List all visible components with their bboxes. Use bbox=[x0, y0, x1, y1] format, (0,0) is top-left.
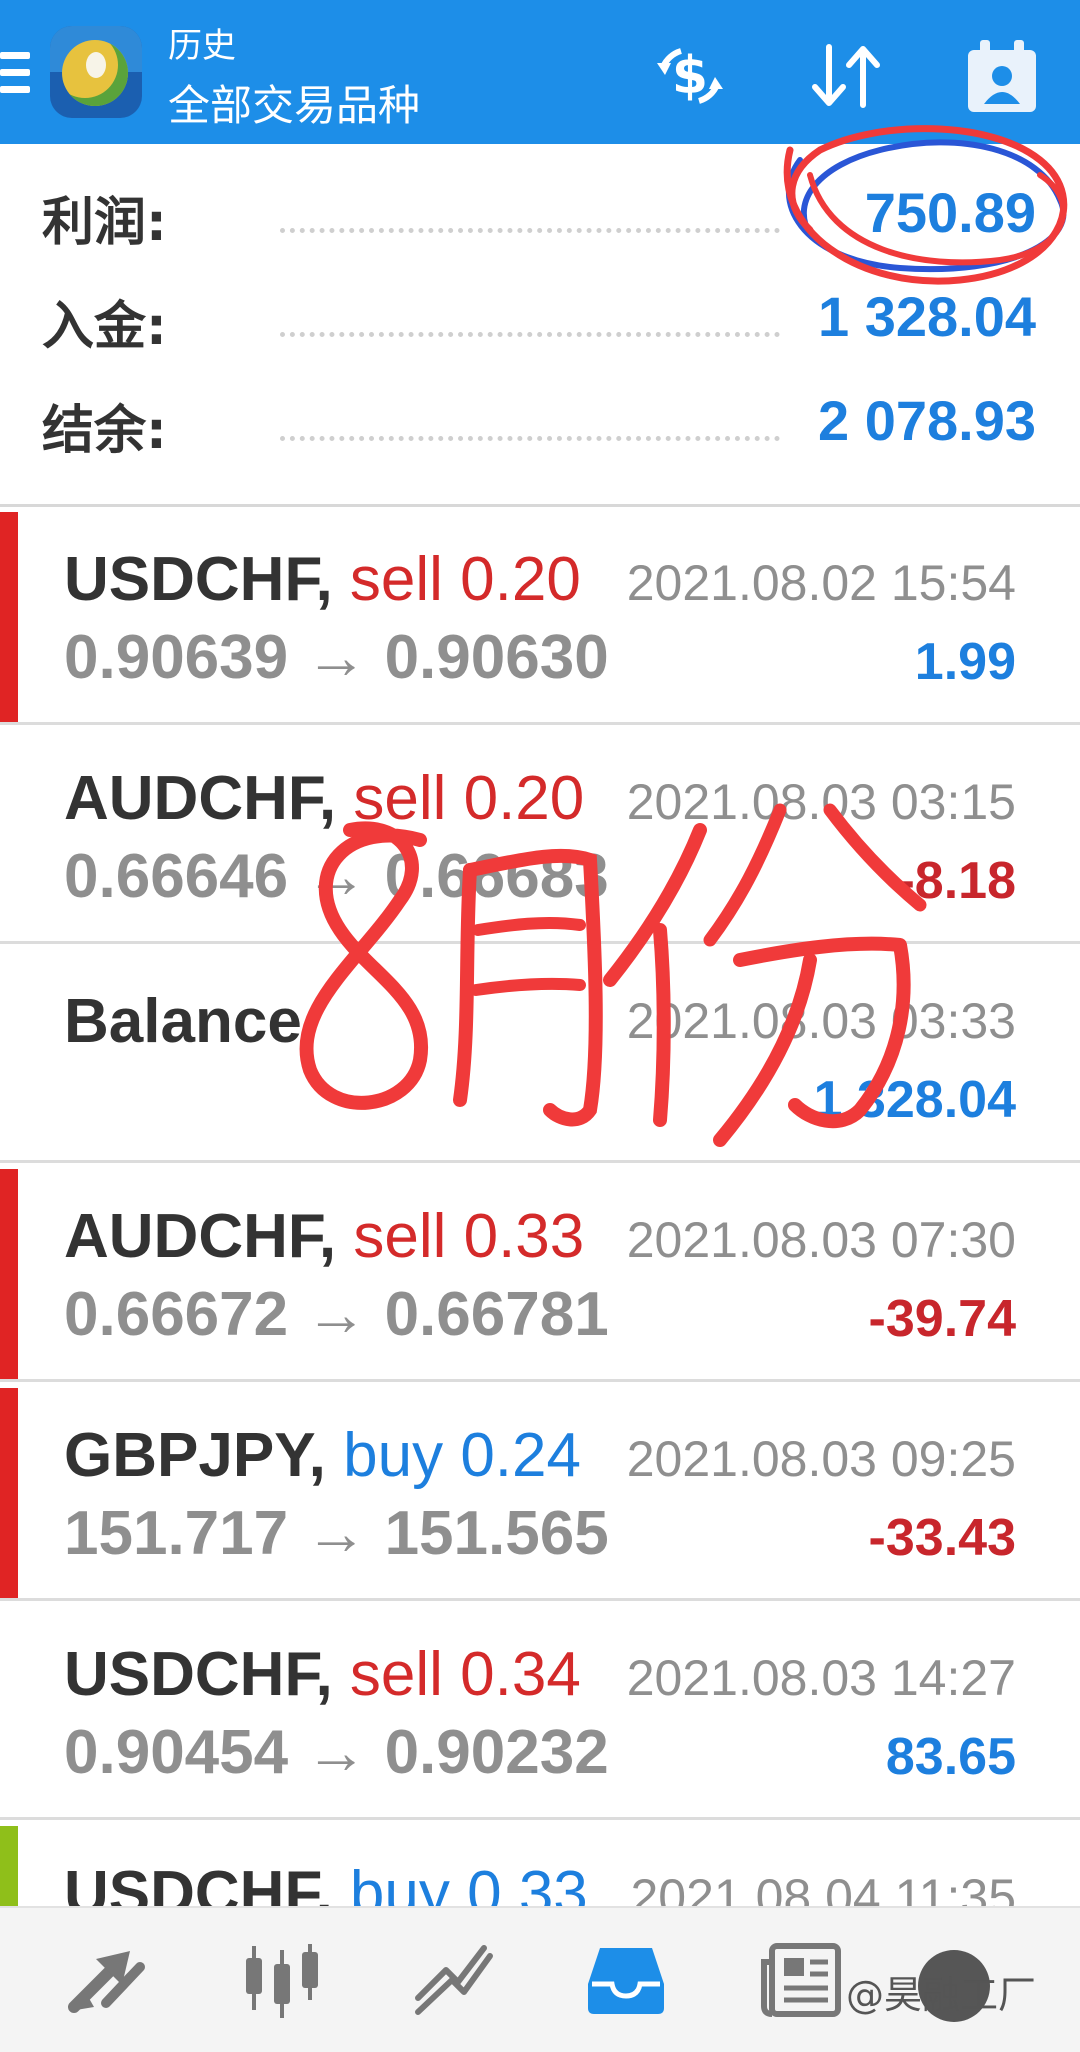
balance-row[interactable]: Balance 2021.08.03 03:33 1 328.04 bbox=[0, 946, 1080, 1163]
summary-balance-row: 结余: 2 078.93 bbox=[0, 378, 1080, 482]
trade-profit: -33.43 bbox=[868, 1509, 1016, 1567]
row-divider bbox=[0, 1160, 1080, 1163]
trade-row[interactable]: USDCHF, sell 0.20 0.90639 → 0.90630 2021… bbox=[0, 508, 1080, 725]
trade-row[interactable]: GBPJPY, buy 0.24 151.717 → 151.565 2021.… bbox=[0, 1384, 1080, 1601]
summary-profit-row: 利润: 750.89 bbox=[0, 170, 1080, 274]
sort-arrows-icon[interactable] bbox=[806, 36, 886, 116]
trade-prices: 0.90639 → 0.90630 bbox=[64, 623, 609, 692]
trade-prices: 151.717 → 151.565 bbox=[64, 1499, 609, 1568]
trade-profit: -8.18 bbox=[897, 852, 1016, 910]
row-divider bbox=[0, 1817, 1080, 1820]
trade-symbol: GBPJPY, buy 0.24 bbox=[64, 1421, 581, 1490]
trade-profit: -39.74 bbox=[868, 1290, 1016, 1348]
trade-date: 2021.08.04 11:35 bbox=[630, 1869, 1016, 1906]
trade-date: 2021.08.03 03:15 bbox=[626, 774, 1016, 830]
history-inbox-icon[interactable] bbox=[576, 1930, 676, 2030]
trade-symbol: USDCHF, buy 0.33 bbox=[64, 1858, 588, 1906]
trade-row[interactable]: AUDCHF, sell 0.20 0.66646 → 0.66683 2021… bbox=[0, 727, 1080, 944]
dotted-leader bbox=[280, 332, 780, 337]
dotted-leader bbox=[280, 228, 780, 233]
watermark: @昊融工厂 bbox=[846, 1973, 1037, 2017]
trade-prices: 0.66646 → 0.66683 bbox=[64, 842, 609, 911]
trade-date: 2021.08.03 07:30 bbox=[626, 1212, 1016, 1268]
trade-side: sell 0.20 bbox=[349, 545, 581, 614]
loss-marker bbox=[0, 512, 18, 725]
hamburger-icon[interactable] bbox=[0, 52, 30, 98]
trade-side: sell 0.20 bbox=[353, 764, 585, 833]
trade-symbol: AUDCHF, sell 0.33 bbox=[64, 1202, 585, 1271]
currency-exchange-icon[interactable]: $ bbox=[650, 36, 730, 116]
trade-arrows-icon[interactable] bbox=[58, 1930, 158, 2030]
trade-symbol: USDCHF, sell 0.20 bbox=[64, 545, 581, 614]
candlestick-chart-icon[interactable] bbox=[232, 1930, 332, 2030]
trade-profit: 1.99 bbox=[914, 633, 1016, 691]
row-divider bbox=[0, 722, 1080, 725]
row-divider bbox=[0, 1598, 1080, 1601]
trade-prices: 0.66672 → 0.66781 bbox=[64, 1280, 609, 1349]
trade-side: buy 0.24 bbox=[343, 1421, 581, 1490]
trade-side: buy 0.33 bbox=[349, 1859, 588, 1906]
summary-deposit-row: 入金: 1 328.04 bbox=[0, 274, 1080, 378]
trade-symbol: USDCHF, sell 0.34 bbox=[64, 1640, 581, 1709]
profit-marker bbox=[0, 1826, 18, 1906]
trade-date: 2021.08.02 15:54 bbox=[626, 555, 1016, 611]
header-title[interactable]: 全部交易品种 bbox=[168, 72, 420, 133]
deposit-label: 入金: bbox=[42, 297, 167, 357]
trade-row[interactable]: AUDCHF, sell 0.33 0.66672 → 0.66781 2021… bbox=[0, 1165, 1080, 1382]
balance-label: Balance bbox=[64, 987, 302, 1056]
header-subtitle: 历史 bbox=[168, 26, 236, 66]
trade-profit: 83.65 bbox=[885, 1728, 1016, 1786]
chart-trend-icon[interactable] bbox=[404, 1930, 504, 2030]
trade-date: 2021.08.03 14:27 bbox=[626, 1650, 1016, 1706]
profit-value: 750.89 bbox=[864, 181, 1036, 244]
calendar-person-icon[interactable] bbox=[962, 36, 1042, 116]
trade-row[interactable]: USDCHF, sell 0.34 0.90454 → 0.90232 2021… bbox=[0, 1603, 1080, 1820]
deposit-value: 1 328.04 bbox=[818, 285, 1036, 348]
trade-side: sell 0.34 bbox=[349, 1640, 581, 1709]
trade-row-partial[interactable]: USDCHF, buy 0.33 2021.08.04 11:35 bbox=[0, 1822, 1080, 1906]
trade-side: sell 0.33 bbox=[353, 1202, 585, 1271]
trade-symbol: AUDCHF, sell 0.20 bbox=[64, 764, 585, 833]
balance-amount: 1 328.04 bbox=[813, 1071, 1016, 1129]
loss-marker bbox=[0, 1388, 18, 1601]
profit-label: 利润: bbox=[42, 193, 167, 253]
trade-prices: 0.90454 → 0.90232 bbox=[64, 1718, 609, 1787]
app-header: 历史 全部交易品种 $ bbox=[0, 0, 1080, 144]
trade-date: 2021.08.03 09:25 bbox=[626, 1431, 1016, 1487]
news-icon[interactable] bbox=[750, 1930, 850, 2030]
dotted-leader bbox=[280, 436, 780, 441]
balance-label: 结余: bbox=[42, 401, 167, 461]
summary-divider bbox=[0, 504, 1080, 507]
trade-date: 2021.08.03 03:33 bbox=[626, 993, 1016, 1049]
app-logo bbox=[50, 26, 142, 118]
row-divider bbox=[0, 941, 1080, 944]
row-divider bbox=[0, 1379, 1080, 1382]
loss-marker bbox=[0, 1169, 18, 1382]
balance-value: 2 078.93 bbox=[818, 389, 1036, 452]
